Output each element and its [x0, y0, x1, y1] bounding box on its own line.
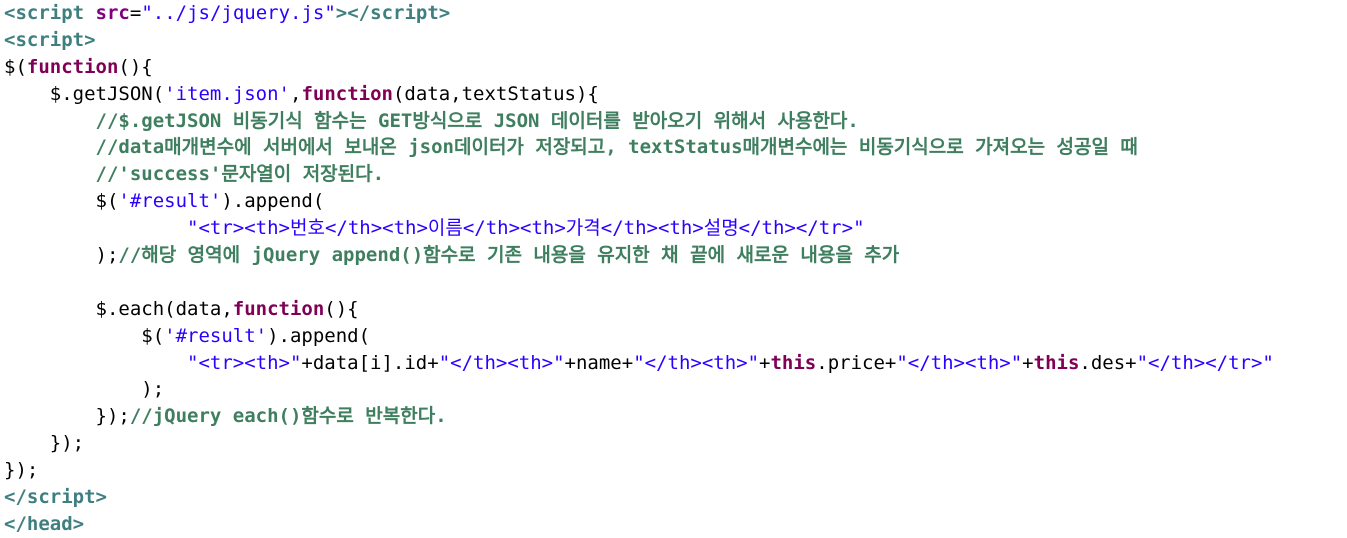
code-token-default: +data[i].id+: [301, 351, 439, 374]
code-token-default: +: [759, 351, 771, 374]
code-line: );: [4, 376, 1274, 403]
code-token-tag: ></: [335, 2, 371, 24]
code-token-comment: //data매개변수에 서버에서 보내온 json데이터가 저장되고, text…: [4, 136, 1138, 159]
code-token-default: });: [4, 459, 39, 482]
code-line: });: [4, 430, 1274, 457]
code-token-tag: >: [95, 486, 107, 509]
code-token-default: );: [4, 378, 165, 401]
code-token-comment: //'success'문자열이 저장된다.: [4, 163, 385, 186]
code-line: //$.getJSON 비동기식 함수는 GET방식으로 JSON 데이터를 받…: [4, 108, 1274, 135]
code-token-string: "</th></tr>": [1136, 351, 1274, 374]
code-token-default: $.getJSON(: [4, 82, 165, 105]
code-line: $('#result').append(: [4, 188, 1274, 215]
code-token-string: 'item.json': [164, 82, 290, 105]
code-token-attr-name: src: [95, 2, 130, 24]
code-token-string: "</th><th>": [896, 351, 1023, 374]
code-token-tag: </: [4, 512, 27, 535]
code-token-comment: //해당 영역에 jQuery append()함수로 기존 내용을 유지한 채…: [118, 244, 900, 267]
code-token-tag: >: [84, 28, 96, 51]
code-token-tag: </: [4, 486, 27, 509]
code-token-string: "</th><th>": [438, 351, 565, 374]
code-token-string: "</th><th>": [633, 351, 760, 374]
code-token-tag: >: [438, 2, 451, 24]
code-token-tag: >: [72, 512, 85, 535]
code-line: </head>: [4, 511, 1274, 538]
code-token-default: $.each(data,: [4, 297, 233, 320]
code-token-string: '#result': [118, 190, 222, 213]
code-token-tag: script: [370, 2, 439, 24]
code-token-string: '#result': [164, 324, 268, 347]
code-token-default: +name+: [564, 351, 634, 374]
code-line: $.each(data,function(){: [4, 296, 1274, 323]
code-line: );//해당 영역에 jQuery append()함수로 기존 내용을 유지한…: [4, 242, 1274, 269]
code-token-tag: <: [4, 28, 16, 51]
code-line: </script>: [4, 484, 1274, 511]
code-line: $.getJSON('item.json',function(data,text…: [4, 81, 1274, 108]
code-token-default: .des+: [1079, 351, 1137, 374]
code-token-default: +: [1022, 351, 1034, 374]
code-token-default: });: [4, 432, 85, 455]
code-token-tag: script: [15, 2, 85, 24]
code-line: "<tr><th>번호</th><th>이름</th><th>가격</th><t…: [4, 215, 1274, 242]
code-token-default: $(: [4, 55, 27, 78]
code-token-default: .price+: [816, 351, 897, 374]
code-line: "<tr><th>"+data[i].id+"</th><th>"+name+"…: [4, 350, 1274, 377]
code-token-default: ).append(: [221, 190, 325, 213]
code-token-default: (){: [324, 297, 359, 320]
code-token-comment: //jQuery each()함수로 반복한다.: [129, 405, 447, 428]
code-token-default: ,: [290, 82, 302, 105]
code-token-keyword: this: [1033, 351, 1080, 374]
code-token-default: (data,textStatus){: [392, 82, 599, 105]
code-token-string: "<tr><th>": [187, 351, 302, 374]
code-token-keyword: function: [301, 82, 393, 105]
code-line: });//jQuery each()함수로 반복한다.: [4, 403, 1274, 430]
code-token-comment: //$.getJSON 비동기식 함수는 GET방식으로 JSON 데이터를 받…: [4, 109, 859, 132]
code-token-default: $(: [4, 190, 119, 213]
code-line: //'success'문자열이 저장된다.: [4, 161, 1274, 188]
code-line: <script src="../js/jquery.js"></script>: [4, 0, 1274, 27]
code-token-default: [4, 217, 187, 239]
code-token-tag: head: [26, 512, 73, 535]
code-token-string: "<tr><th>번호</th><th>이름</th><th>가격</th><t…: [187, 217, 865, 240]
code-token-default: ).append(: [267, 324, 371, 347]
code-line: $(function(){: [4, 54, 1274, 81]
code-line: //data매개변수에 서버에서 보내온 json데이터가 저장되고, text…: [4, 134, 1274, 161]
code-token-default: =: [129, 2, 142, 24]
code-line: $('#result').append(: [4, 323, 1274, 350]
code-token-string: "../js/jquery.js": [141, 2, 336, 24]
code-token-default: $(: [4, 324, 165, 347]
code-token-default: [4, 352, 187, 374]
code-token-tag: script: [15, 28, 85, 51]
code-token-tag: <: [4, 2, 16, 24]
code-editor[interactable]: <script src="../js/jquery.js"></script> <…: [4, 0, 1274, 538]
code-token-default: });: [4, 405, 130, 428]
code-token-keyword: function: [26, 55, 119, 78]
code-token-keyword: function: [232, 297, 325, 320]
code-token-tag: script: [26, 486, 96, 509]
code-token-default: [84, 2, 95, 24]
code-token-keyword: this: [770, 351, 817, 374]
code-token-default: );: [4, 244, 119, 267]
code-token-default: (){: [118, 55, 153, 78]
code-line: <script>: [4, 27, 1274, 54]
code-line: });: [4, 457, 1274, 484]
